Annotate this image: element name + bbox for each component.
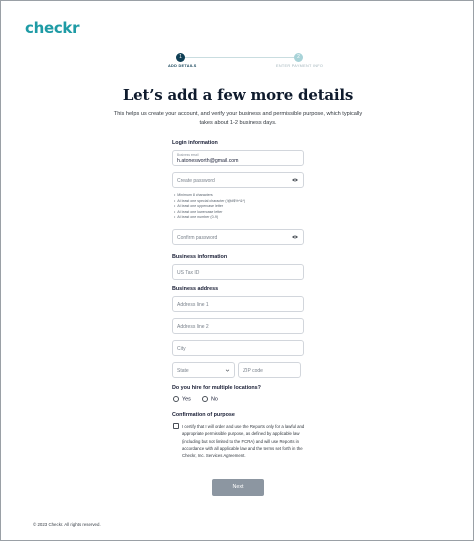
- step-1-label: ADD DETAILS: [168, 64, 197, 68]
- login-section-label: Login information: [172, 140, 218, 146]
- address-line2-field[interactable]: Address line 2: [172, 318, 304, 334]
- chevron-down-icon: [225, 369, 230, 372]
- step-1-indicator: 1: [176, 53, 185, 62]
- password-requirements-list: Minimum 8 characters At least one specia…: [174, 193, 245, 221]
- purpose-section-label: Confirmation of purpose: [172, 412, 235, 418]
- step-2-label: ENTER PAYMENT INFO: [276, 64, 324, 68]
- show-password-eye-icon[interactable]: [292, 178, 298, 182]
- progress-stepper: 1 2 ADD DETAILS ENTER PAYMENT INFO: [166, 53, 326, 73]
- show-confirm-password-eye-icon[interactable]: [292, 235, 298, 239]
- create-password-field[interactable]: Create password: [172, 172, 304, 188]
- business-section-label: Business information: [172, 254, 228, 260]
- confirm-password-placeholder: Confirm password: [177, 235, 218, 241]
- footer-copyright: © 2023 Checkr. All rights reserved.: [33, 522, 101, 527]
- zip-code-field[interactable]: ZIP code: [238, 362, 301, 378]
- address-section-label: Business address: [172, 286, 219, 292]
- radio-option-yes[interactable]: Yes: [173, 396, 191, 402]
- stepper-line: [180, 57, 298, 58]
- city-field[interactable]: City: [172, 340, 304, 356]
- locations-question: Do you hire for multiple locations?: [172, 385, 261, 391]
- radio-no-label: No: [211, 396, 218, 403]
- email-field[interactable]: Business email h.atonesworth@gmail.com: [172, 150, 304, 166]
- zip-code-placeholder: ZIP code: [243, 368, 263, 374]
- radio-no-circle[interactable]: [202, 396, 208, 402]
- state-select[interactable]: State: [172, 362, 235, 378]
- email-field-value: h.atonesworth@gmail.com: [177, 158, 239, 164]
- tax-id-field[interactable]: US Tax ID: [172, 264, 304, 280]
- address-line1-placeholder: Address line 1: [177, 302, 209, 308]
- step-2-indicator: 2: [294, 53, 303, 62]
- page-title: Let’s add a few more details: [122, 86, 354, 104]
- address-line1-field[interactable]: Address line 1: [172, 296, 304, 312]
- radio-yes-label: Yes: [182, 396, 191, 403]
- radio-yes-circle[interactable]: [173, 396, 179, 402]
- create-password-placeholder: Create password: [177, 178, 215, 184]
- certify-checkbox[interactable]: [173, 423, 179, 429]
- radio-option-no[interactable]: No: [202, 396, 218, 402]
- certify-text: I certify that I will order and use the …: [182, 424, 305, 459]
- address-line2-placeholder: Address line 2: [177, 324, 209, 330]
- state-placeholder: State: [177, 368, 189, 374]
- next-button[interactable]: Next: [212, 479, 264, 496]
- city-placeholder: City: [177, 346, 186, 352]
- page-frame: checkr 1 2 ADD DETAILS ENTER PAYMENT INF…: [0, 0, 474, 541]
- confirm-password-field[interactable]: Confirm password: [172, 229, 304, 245]
- password-rule: At least one number (0-9): [174, 215, 245, 221]
- page-subtitle: This helps us create your account, and v…: [113, 111, 363, 126]
- email-field-label: Business email: [177, 153, 199, 157]
- checkr-logo[interactable]: checkr: [25, 19, 80, 37]
- tax-id-placeholder: US Tax ID: [177, 270, 200, 276]
